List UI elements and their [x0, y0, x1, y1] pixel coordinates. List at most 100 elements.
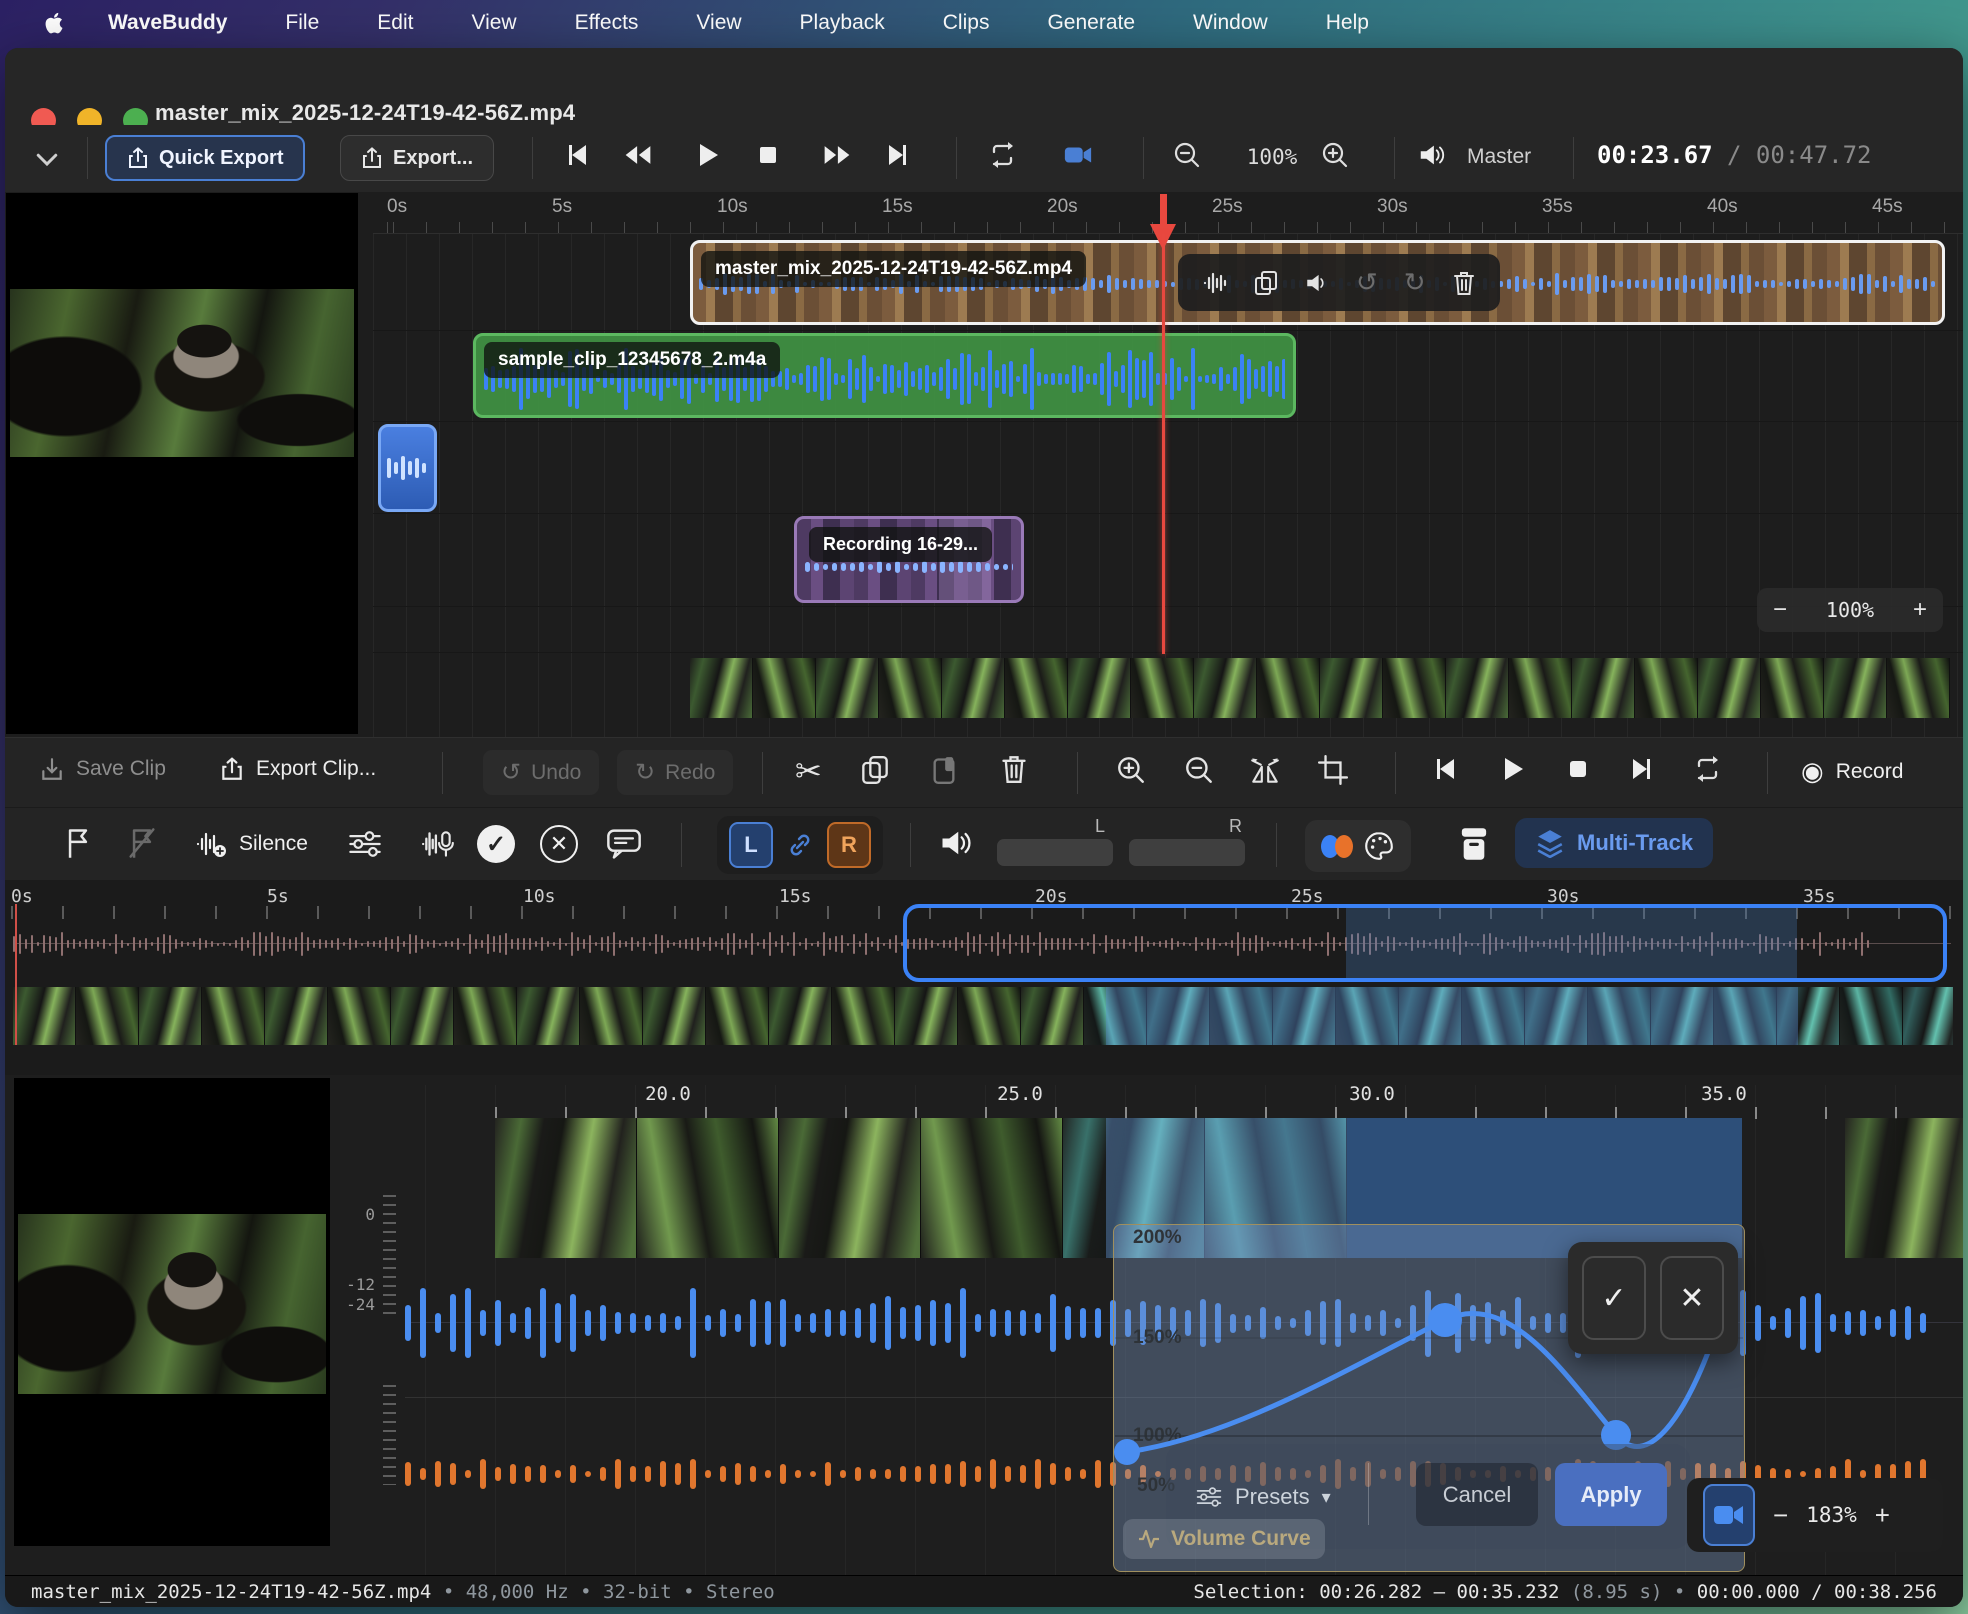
- menu-item[interactable]: Clips: [943, 11, 990, 34]
- flip-horizontal-button[interactable]: [1248, 753, 1282, 787]
- menu-item[interactable]: Window: [1193, 11, 1268, 34]
- play-button[interactable]: [1497, 754, 1527, 784]
- menu-item[interactable]: View: [471, 11, 516, 34]
- film-frame[interactable]: [1320, 658, 1383, 718]
- clip-mini-audio[interactable]: [378, 424, 437, 512]
- film-frame[interactable]: [1903, 987, 1953, 1045]
- curve-point[interactable]: [1428, 1303, 1462, 1337]
- stop-button[interactable]: [1563, 754, 1593, 784]
- menu-item[interactable]: Help: [1326, 11, 1369, 34]
- loop-button[interactable]: [1693, 754, 1723, 784]
- film-frame[interactable]: [1005, 658, 1068, 718]
- film-frame[interactable]: [1761, 658, 1824, 718]
- film-frame[interactable]: [921, 1118, 1063, 1258]
- undo-button[interactable]: ↺Undo: [483, 750, 599, 795]
- master-bus-label[interactable]: Master: [1467, 145, 1531, 169]
- film-frame[interactable]: [879, 658, 942, 718]
- menu-item[interactable]: File: [285, 11, 319, 34]
- film-frame[interactable]: [1845, 1118, 1963, 1258]
- export-clip-button[interactable]: Export Clip...: [220, 756, 376, 782]
- cut-button[interactable]: ✂: [795, 752, 822, 790]
- silence-button[interactable]: Silence: [195, 828, 308, 860]
- film-frame[interactable]: [517, 987, 580, 1045]
- zoom-level-value[interactable]: 100%: [1237, 145, 1307, 169]
- zoom-out-button[interactable]: −: [1773, 1500, 1788, 1531]
- confirm-button[interactable]: ✓: [1582, 1256, 1646, 1340]
- delete-button[interactable]: [1000, 753, 1028, 785]
- film-frame[interactable]: [1131, 658, 1194, 718]
- zoom-out-button[interactable]: [1172, 140, 1202, 170]
- film-frame[interactable]: [753, 658, 816, 718]
- view-range-box[interactable]: [903, 904, 1947, 982]
- quick-export-button[interactable]: Quick Export: [105, 135, 305, 181]
- close-button[interactable]: ✕: [1660, 1256, 1724, 1340]
- film-frame[interactable]: [1509, 658, 1572, 718]
- zoom-in-button[interactable]: +: [1875, 1500, 1890, 1531]
- film-frame[interactable]: [76, 987, 139, 1045]
- film-frame[interactable]: [202, 987, 265, 1045]
- archive-button[interactable]: [1457, 824, 1491, 864]
- playhead-line[interactable]: [1162, 234, 1165, 654]
- skip-back-button[interactable]: [1430, 754, 1460, 784]
- film-frame[interactable]: [779, 1118, 921, 1258]
- redo-button[interactable]: ↻Redo: [617, 750, 733, 795]
- record-button[interactable]: ◉ Record: [1801, 756, 1903, 787]
- film-frame[interactable]: [643, 987, 706, 1045]
- left-volume-slider[interactable]: [997, 839, 1113, 866]
- menu-item[interactable]: Edit: [377, 11, 413, 34]
- save-clip-button[interactable]: Save Clip: [40, 756, 166, 782]
- playhead-stem[interactable]: [1160, 194, 1167, 226]
- film-frame[interactable]: [1635, 658, 1698, 718]
- voice-record-button[interactable]: [420, 825, 456, 863]
- film-frame[interactable]: [769, 987, 832, 1045]
- left-channel-button[interactable]: L: [729, 822, 773, 868]
- video-mode-button[interactable]: [1063, 140, 1093, 170]
- cancel-button[interactable]: Cancel: [1416, 1463, 1538, 1526]
- clip-recording[interactable]: Recording 16-29...: [794, 516, 1024, 603]
- film-frame[interactable]: [1068, 658, 1131, 718]
- stop-button[interactable]: [753, 140, 783, 170]
- film-frame[interactable]: [1572, 658, 1635, 718]
- film-frame[interactable]: [706, 987, 769, 1045]
- presets-dropdown[interactable]: Presets ▾: [1195, 1483, 1331, 1511]
- collapse-chevron-button[interactable]: [27, 143, 67, 175]
- overview-playhead[interactable]: [15, 904, 17, 1045]
- fast-forward-button[interactable]: [822, 140, 852, 170]
- crop-button[interactable]: [1317, 753, 1349, 787]
- copy-icon[interactable]: [1254, 270, 1278, 296]
- zoom-in-button[interactable]: [1320, 140, 1350, 170]
- film-frame[interactable]: [1383, 658, 1446, 718]
- zoom-out-button[interactable]: −: [1773, 596, 1787, 624]
- multi-track-toggle[interactable]: Multi-Track: [1515, 818, 1713, 868]
- zoom-in-button[interactable]: +: [1913, 596, 1927, 624]
- film-frame[interactable]: [1840, 987, 1903, 1045]
- adjust-sliders-button[interactable]: [347, 826, 383, 862]
- skip-forward-button[interactable]: [883, 140, 913, 170]
- film-frame[interactable]: [690, 658, 753, 718]
- link-icon[interactable]: [787, 832, 813, 858]
- zoom-out-button[interactable]: [1183, 753, 1215, 787]
- reject-button[interactable]: ✕: [540, 825, 578, 863]
- film-frame[interactable]: [454, 987, 517, 1045]
- film-frame[interactable]: [1194, 658, 1257, 718]
- speaker-icon[interactable]: [1304, 270, 1330, 296]
- play-button[interactable]: [692, 140, 722, 170]
- film-frame[interactable]: [942, 658, 1005, 718]
- menu-app-name[interactable]: WaveBuddy: [108, 11, 227, 35]
- rewind-button[interactable]: [623, 140, 653, 170]
- film-frame[interactable]: [895, 987, 958, 1045]
- film-frame[interactable]: [139, 987, 202, 1045]
- copy-button[interactable]: [861, 754, 889, 786]
- film-frame[interactable]: [1257, 658, 1320, 718]
- curve-point[interactable]: [1114, 1439, 1140, 1465]
- film-frame[interactable]: [832, 987, 895, 1045]
- export-button[interactable]: Export...: [340, 135, 494, 181]
- skip-back-button[interactable]: [562, 140, 592, 170]
- film-frame[interactable]: [580, 987, 643, 1045]
- film-frame[interactable]: [495, 1118, 637, 1258]
- film-frame[interactable]: [265, 987, 328, 1045]
- menu-item[interactable]: Playback: [800, 11, 885, 34]
- timeline-filmstrip[interactable]: [690, 658, 1963, 718]
- film-frame[interactable]: [1698, 658, 1761, 718]
- master-volume-icon[interactable]: [1417, 140, 1447, 170]
